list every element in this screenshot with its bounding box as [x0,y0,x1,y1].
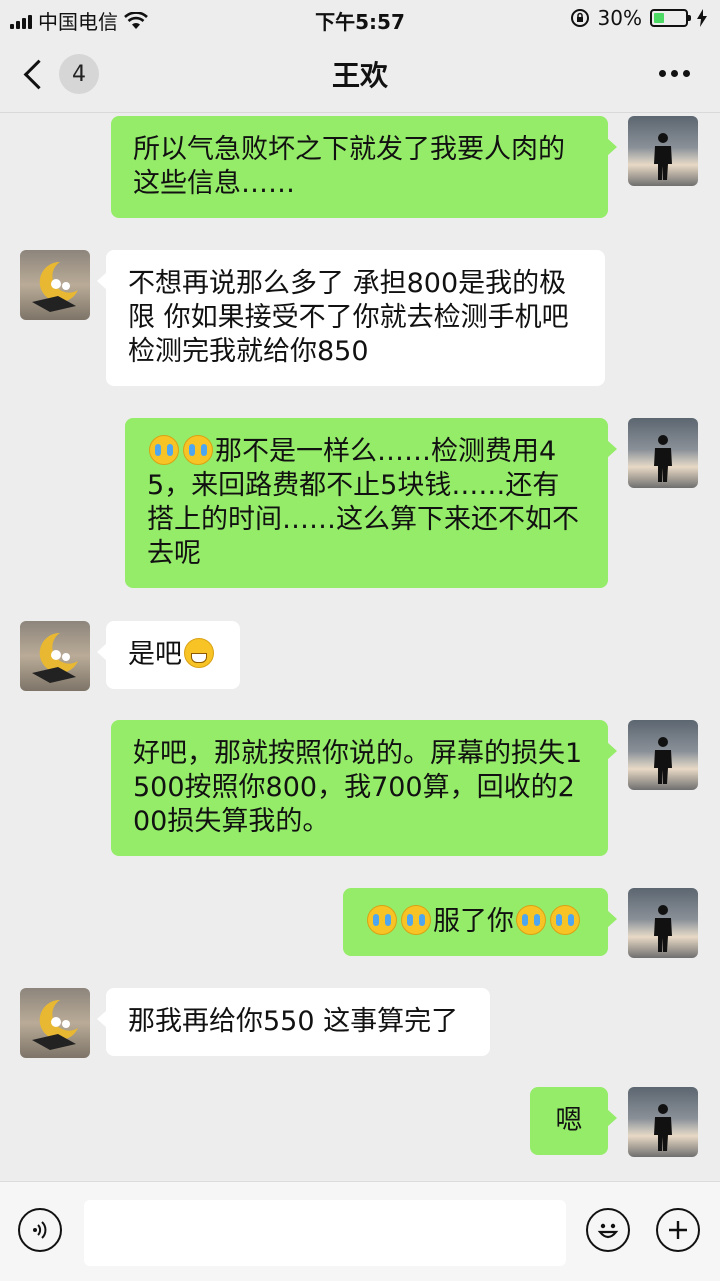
emoji-icon [597,1223,619,1239]
my-avatar[interactable] [628,116,698,186]
emoji-button[interactable] [586,1208,630,1252]
my-avatar[interactable] [628,720,698,790]
status-bar: 中国电信 下午5:57 30% [0,0,720,36]
input-bar [0,1181,720,1281]
cry-emoji [516,905,546,935]
cry-emoji [367,905,397,935]
message-text: 好吧，那就按照你说的。屏幕的损失1500按照你800，我700算，回收的200损… [133,738,583,837]
message-bubble[interactable]: 那我再给你550 这事算完了 [97,988,490,1056]
message-bubble[interactable]: 好吧，那就按照你说的。屏幕的损失1500按照你800，我700算，回收的200损… [111,720,617,856]
message-text: 那不是一样么……检测费用45，来回路费都不止5块钱……还有搭上的时间……这么算下… [147,436,579,569]
my-avatar[interactable] [628,418,698,488]
rotation-lock-icon [570,9,589,27]
message-text: 那我再给你550 这事算完了 [128,1006,459,1037]
cry-emoji [550,905,580,935]
message-bubble[interactable]: 那不是一样么……检测费用45，来回路费都不止5块钱……还有搭上的时间……这么算下… [125,418,617,588]
message-bubble[interactable]: 所以气急败坏之下就发了我要人肉的这些信息…… [111,116,617,218]
message-text: 不想再说那么多了 承担800是我的极限 你如果接受不了你就去检测手机吧 检测完我… [128,268,569,367]
charging-icon [697,9,707,27]
chat-title: 王欢 [331,59,388,92]
cry-emoji [149,435,179,465]
message-list[interactable]: 所以气急败坏之下就发了我要人肉的这些信息…… 不想再说那么多了 承担800是我的… [0,113,720,1180]
more-dots-icon[interactable] [659,70,690,77]
message-bubble[interactable]: 是吧 [97,621,240,689]
message-text: 嗯 [555,1105,583,1136]
my-avatar[interactable] [628,888,698,958]
contact-avatar[interactable] [20,250,90,320]
chat-header: 4 王欢 [0,36,720,113]
contact-avatar[interactable] [20,988,90,1058]
message-text: 是吧 [128,639,182,670]
message-text: 服了你 [433,906,514,937]
message-text: 所以气急败坏之下就发了我要人肉的这些信息…… [133,134,565,199]
message-input[interactable] [84,1200,566,1266]
grin-emoji [184,638,214,668]
cry-emoji [183,435,213,465]
voice-icon [33,1221,47,1239]
battery-percent: 30% [597,6,642,30]
plus-icon [669,1221,687,1239]
message-bubble[interactable]: 不想再说那么多了 承担800是我的极限 你如果接受不了你就去检测手机吧 检测完我… [97,250,605,386]
message-bubble[interactable]: 嗯 [530,1087,617,1155]
add-button[interactable] [656,1208,700,1252]
cry-emoji [401,905,431,935]
voice-button[interactable] [18,1208,62,1252]
contact-avatar[interactable] [20,621,90,691]
message-bubble[interactable]: 服了你 [343,888,617,956]
battery-icon [650,9,691,27]
my-avatar[interactable] [628,1087,698,1157]
